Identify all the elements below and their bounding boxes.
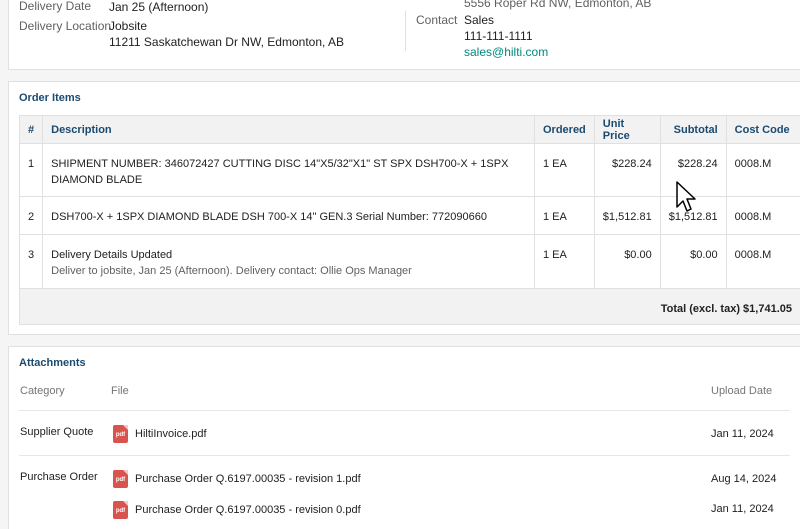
pdf-file-icon: pdf — [113, 425, 128, 443]
order-total: Total (excl. tax) $1,741.05 — [19, 288, 800, 325]
delivery-card: Delivery Date Jan 25 (Afternoon) Deliver… — [8, 0, 800, 70]
col-header-upload-date: Upload Date — [711, 385, 773, 397]
attachment-category: Purchase Order — [20, 471, 98, 483]
row-description: SHIPMENT NUMBER: 346072427 CUTTING DISC … — [42, 143, 535, 197]
contact-name: Sales — [464, 13, 495, 27]
row-cost-code: 0008.M — [725, 143, 800, 197]
table-header-row: # Description Ordered Unit Price Subtota… — [18, 115, 800, 144]
order-items-title: Order Items — [19, 92, 81, 104]
delivery-date-label: Delivery Date — [19, 0, 92, 13]
row-description: Delivery Details Updated — [51, 249, 173, 261]
attachment-upload-date: Jan 11, 2024 — [711, 428, 774, 440]
supplier-address: 5556 Roper Rd NW, Edmonton, AB — [464, 0, 652, 10]
col-header-category: Category — [20, 385, 65, 397]
order-items-table: # Description Ordered Unit Price Subtota… — [18, 115, 800, 325]
row-subtotal: $0.00 — [659, 234, 727, 289]
attachment-file-link[interactable]: Purchase Order Q.6197.00035 - revision 0… — [135, 504, 361, 516]
col-header-num: # — [18, 115, 44, 144]
row-ordered: 1 EA — [533, 143, 595, 197]
col-header-unit-price: Unit Price — [593, 115, 661, 144]
delivery-location-address: 11211 Saskatchewan Dr NW, Edmonton, AB — [109, 35, 345, 49]
col-header-cost-code: Cost Code — [725, 115, 800, 144]
row-num: 1 — [18, 143, 44, 197]
total-row: Total (excl. tax) $1,741.05 — [19, 288, 800, 325]
contact-email-link[interactable]: sales@hilti.com — [464, 44, 548, 60]
attachment-file-link[interactable]: Purchase Order Q.6197.00035 - revision 1… — [135, 473, 361, 485]
col-header-description: Description — [42, 115, 535, 144]
contact-phone: 111-111-1111 — [464, 29, 533, 43]
attachments-card: Attachments Category File Upload Date Su… — [8, 346, 800, 529]
col-header-subtotal: Subtotal — [659, 115, 727, 144]
row-description: DSH700-X + 1SPX DIAMOND BLADE DSH 700-X … — [42, 196, 535, 235]
row-ordered: 1 EA — [533, 234, 595, 289]
attachment-category: Supplier Quote — [20, 426, 94, 438]
table-row: 3 Delivery Details Updated Deliver to jo… — [18, 234, 800, 289]
col-header-file: File — [111, 385, 129, 397]
row-unit-price: $0.00 — [593, 234, 661, 289]
delivery-location-label: Delivery Location — [19, 19, 112, 33]
row-unit-price: $1,512.81 — [593, 196, 661, 235]
attachment-file-link[interactable]: HiltiInvoice.pdf — [135, 428, 207, 440]
contact-label: Contact — [416, 13, 458, 27]
col-header-ordered: Ordered — [533, 115, 595, 144]
mouse-cursor-icon — [676, 181, 696, 212]
attachments-title: Attachments — [19, 357, 86, 369]
delivery-location-name: Jobsite — [109, 19, 148, 33]
pdf-file-icon: pdf — [113, 470, 128, 488]
row-cost-code: 0008.M — [725, 234, 800, 289]
row-description-cell: Delivery Details Updated Deliver to jobs… — [42, 234, 535, 289]
row-cost-code: 0008.M — [725, 196, 800, 235]
delivery-date-value: Jan 25 (Afternoon) — [109, 0, 209, 14]
column-divider — [405, 11, 406, 51]
row-ordered: 1 EA — [533, 196, 595, 235]
attachment-upload-date: Jan 11, 2024 — [711, 503, 774, 515]
pdf-file-icon: pdf — [113, 501, 128, 519]
row-num: 3 — [18, 234, 44, 289]
row-num: 2 — [18, 196, 44, 235]
row-divider — [19, 410, 790, 411]
row-sub-description: Deliver to jobsite, Jan 25 (Afternoon). … — [51, 265, 412, 277]
attachment-upload-date: Aug 14, 2024 — [711, 473, 777, 485]
row-unit-price: $228.24 — [593, 143, 661, 197]
row-divider — [19, 455, 790, 456]
